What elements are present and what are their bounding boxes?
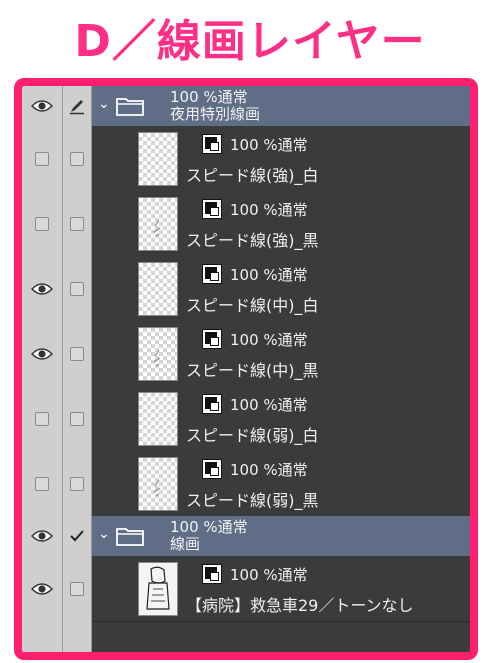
raster-layer-icon <box>202 199 222 219</box>
sketch-thumbnail-art <box>146 566 170 610</box>
eye-icon <box>31 347 53 360</box>
visibility-toggle[interactable] <box>22 321 62 386</box>
layer-name: スピード線(中)_白 <box>186 296 319 315</box>
layer-blend-mode: 100 %通常 <box>230 266 308 284</box>
layer-row[interactable]: 100 %通常スピード線(強)_黒 <box>22 191 470 257</box>
edit-checkbox[interactable] <box>70 281 84 296</box>
raster-layer-icon <box>202 329 222 349</box>
edit-checkbox[interactable] <box>70 581 84 596</box>
layer-blend-mode: 100 %通常 <box>230 136 308 154</box>
visibility-toggle[interactable] <box>22 556 62 621</box>
layer-name: スピード線(強)_白 <box>186 166 319 185</box>
edit-toggle[interactable] <box>63 451 91 516</box>
layer-row[interactable]: 100 %通常【病院】救急車29／トーンなし <box>22 556 470 622</box>
edit-toggle[interactable] <box>63 86 91 126</box>
edit-toggle[interactable] <box>63 256 91 321</box>
layer-row[interactable]: 100 %通常スピード線(中)_白 <box>22 256 470 322</box>
visibility-checkbox[interactable] <box>35 151 49 166</box>
layer-name: 【病院】救急車29／トーンなし <box>186 596 414 615</box>
layer-thumbnail[interactable] <box>138 197 178 251</box>
layer-folder-row[interactable]: ⌄ 100 %通常 夜用特別線画 <box>22 86 470 126</box>
visibility-toggle[interactable] <box>22 86 62 126</box>
layer-name: スピード線(弱)_黒 <box>186 491 319 510</box>
edit-toggle[interactable] <box>63 191 91 256</box>
raster-layer-icon <box>202 134 222 154</box>
layer-blend-mode: 100 %通常 <box>230 396 308 414</box>
raster-layer-icon <box>202 564 222 584</box>
visibility-toggle[interactable] <box>22 191 62 256</box>
chevron-down-icon[interactable]: ⌄ <box>98 526 110 542</box>
folder-icon <box>116 98 144 116</box>
layer-thumbnail[interactable] <box>138 262 178 316</box>
check-icon <box>70 530 84 542</box>
speedline-thumbnail-art <box>153 349 161 367</box>
layer-blend-mode: 100 %通常 <box>230 331 308 349</box>
layer-folder-row[interactable]: ⌄ 100 %通常 線画 <box>22 516 470 556</box>
visibility-checkbox[interactable] <box>35 216 49 231</box>
edit-toggle[interactable] <box>63 516 91 556</box>
eye-icon <box>31 530 53 542</box>
layer-thumbnail[interactable] <box>138 457 178 511</box>
visibility-checkbox[interactable] <box>35 476 49 491</box>
layer-name: スピード線(中)_黒 <box>186 361 319 380</box>
speedline-thumbnail-art <box>153 479 161 497</box>
layer-panel-frame: ⌄ 100 %通常 夜用特別線画 100 %通常 スピード線(強)_白 100 %通常 スピ… <box>14 78 478 660</box>
layer-row[interactable]: 100 %通常スピード線(強)_白 <box>22 126 470 192</box>
layer-name: スピード線(強)_黒 <box>186 231 319 250</box>
chevron-down-icon[interactable]: ⌄ <box>98 96 110 112</box>
folder-name: 線画 <box>170 535 201 553</box>
visibility-toggle[interactable] <box>22 516 62 556</box>
edit-checkbox[interactable] <box>70 346 84 361</box>
edit-checkbox[interactable] <box>70 476 84 491</box>
layer-panel: ⌄ 100 %通常 夜用特別線画 100 %通常 スピード線(強)_白 100 %通常 スピ… <box>22 86 470 652</box>
edit-toggle[interactable] <box>63 321 91 386</box>
folder-blend-mode: 100 %通常 <box>170 518 248 536</box>
folder-blend-mode: 100 %通常 <box>170 88 248 106</box>
layer-thumbnail[interactable] <box>138 562 178 616</box>
layer-blend-mode: 100 %通常 <box>230 201 308 219</box>
layer-thumbnail[interactable] <box>138 392 178 446</box>
raster-layer-icon <box>202 264 222 284</box>
folder-row-background <box>92 516 470 556</box>
layer-blend-mode: 100 %通常 <box>230 566 308 584</box>
edit-checkbox[interactable] <box>70 216 84 231</box>
layer-name: スピード線(弱)_白 <box>186 426 319 445</box>
visibility-checkbox[interactable] <box>35 411 49 426</box>
layer-row[interactable]: 100 %通常スピード線(弱)_黒 <box>22 451 470 517</box>
folder-name: 夜用特別線画 <box>170 105 261 123</box>
eye-icon <box>31 282 53 295</box>
visibility-toggle[interactable] <box>22 126 62 191</box>
visibility-toggle[interactable] <box>22 386 62 451</box>
pen-icon <box>70 100 84 115</box>
eye-icon <box>31 582 53 595</box>
folder-icon <box>116 528 144 546</box>
visibility-toggle[interactable] <box>22 256 62 321</box>
layer-blend-mode: 100 %通常 <box>230 461 308 479</box>
speedline-thumbnail-art <box>153 219 161 237</box>
edit-toggle[interactable] <box>63 556 91 621</box>
layer-thumbnail[interactable] <box>138 132 178 186</box>
layer-thumbnail[interactable] <box>138 327 178 381</box>
edit-checkbox[interactable] <box>70 411 84 426</box>
edit-toggle[interactable] <box>63 126 91 191</box>
raster-layer-icon <box>202 394 222 414</box>
visibility-toggle[interactable] <box>22 451 62 516</box>
raster-layer-icon <box>202 459 222 479</box>
edit-toggle[interactable] <box>63 386 91 451</box>
eye-icon <box>31 100 53 112</box>
folder-row-background <box>92 86 470 126</box>
edit-checkbox[interactable] <box>70 151 84 166</box>
page-title: D／線画レイヤー <box>74 16 426 67</box>
layer-row[interactable]: 100 %通常スピード線(中)_黒 <box>22 321 470 387</box>
layer-row[interactable]: 100 %通常スピード線(弱)_白 <box>22 386 470 452</box>
